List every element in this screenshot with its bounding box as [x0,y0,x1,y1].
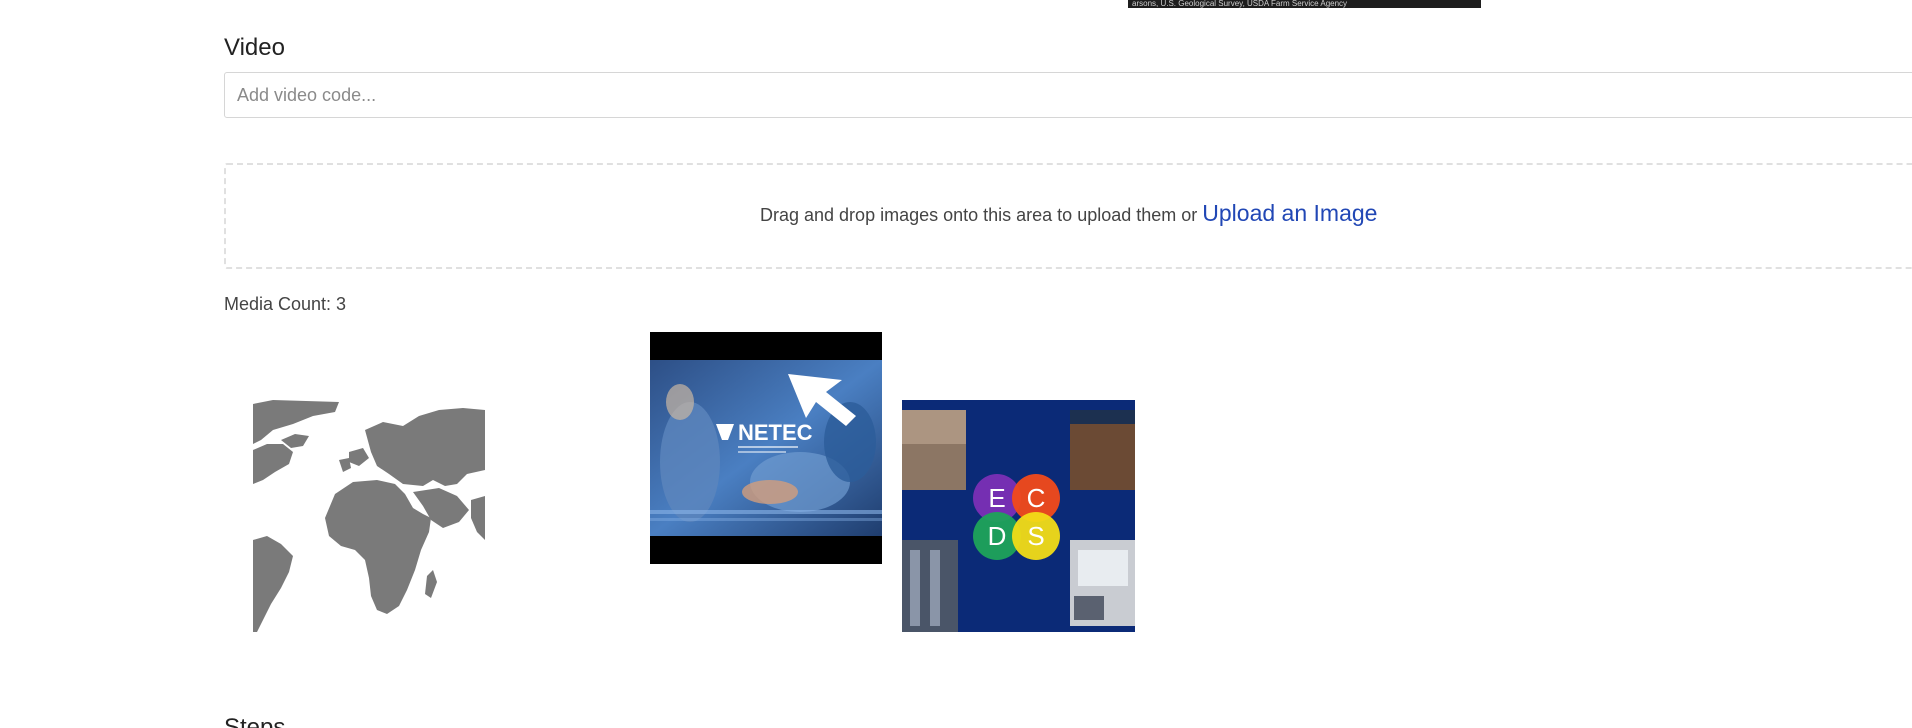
dropzone-instructions: Drag and drop images onto this area to u… [760,205,1198,225]
video-code-input[interactable] [224,72,1912,118]
map-attribution: arsons, U.S. Geological Survey, USDA Far… [1128,0,1481,8]
video-label: Video [224,34,285,61]
dropzone-text: Drag and drop images onto this area to u… [760,200,1377,227]
ecds-letter-c: C [1027,483,1046,513]
netec-video-thumbnail: NETEC [650,332,882,564]
ecds-letter-e: E [988,483,1005,513]
ecds-letter-s: S [1027,521,1044,551]
media-count: Media Count: 3 [224,294,347,314]
world-map-image [253,400,485,632]
media-thumbnail-world-map[interactable] [253,400,485,632]
media-thumbnail-netec-video[interactable]: NETEC [650,332,882,564]
netec-logo-text: NETEC [738,420,813,445]
page: arsons, U.S. Geological Survey, USDA Far… [0,0,1912,728]
ecds-logo-image: E C D S [902,400,1135,632]
upload-image-link[interactable]: Upload an Image [1202,200,1377,226]
media-thumbnail-ecds[interactable]: E C D S [902,400,1135,632]
steps-label: Steps [224,714,286,728]
ecds-letter-d: D [988,521,1007,551]
